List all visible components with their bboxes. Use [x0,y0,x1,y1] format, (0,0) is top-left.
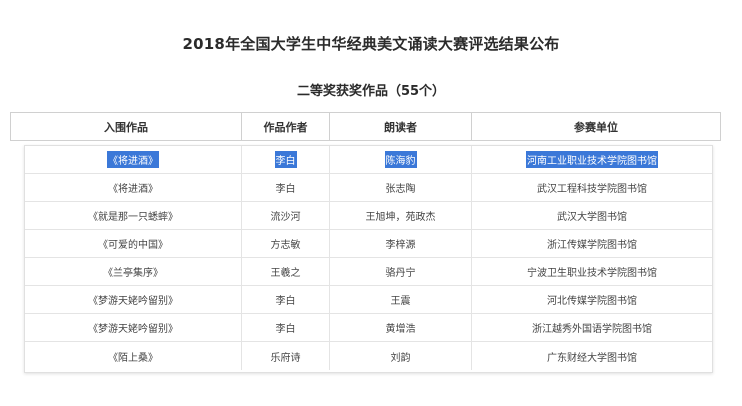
cell-author-text: 王羲之 [270,268,301,279]
cell-unit[interactable]: 河南工业职业技术学院图书馆 [472,146,712,173]
cell-reader-text: 刘韵 [390,352,411,364]
cell-work-text: 《将进酒》 [107,151,159,168]
cell-author[interactable]: 李白 [242,314,330,341]
cell-unit-text: 河北传媒学院图书馆 [547,296,637,307]
cell-work[interactable]: 《梦游天姥吟留别》 [25,314,242,341]
cell-author-text: 李白 [275,324,296,335]
header-unit: 参赛单位 [574,120,618,134]
cell-reader-text: 王震 [390,296,411,307]
cell-author[interactable]: 李白 [242,174,330,201]
table-row[interactable]: 《将进酒》 李白 陈海豹 河南工业职业技术学院图书馆 [25,146,712,174]
cell-work-text: 《可爱的中国》 [98,240,168,251]
cell-reader[interactable]: 张志陶 [330,174,472,201]
cell-unit[interactable]: 浙江越秀外国语学院图书馆 [472,314,712,341]
table-row[interactable]: 《陌上桑》 乐府诗 刘韵 广东财经大学图书馆 [25,342,712,370]
cell-work[interactable]: 《就是那一只蟋蟀》 [25,202,242,229]
cell-work-text: 《就是那一只蟋蟀》 [88,212,178,223]
header-author: 作品作者 [242,113,330,140]
cell-work-text: 《陌上桑》 [108,352,158,364]
cell-reader-text: 李梓源 [385,240,416,251]
cell-reader[interactable]: 陈海豹 [330,146,472,173]
cell-work[interactable]: 《将进酒》 [25,174,242,201]
cell-unit[interactable]: 宁波卫生职业技术学院图书馆 [472,258,712,285]
cell-reader[interactable]: 黄增浩 [330,314,472,341]
cell-unit-text: 武汉大学图书馆 [557,212,627,223]
cell-author[interactable]: 王羲之 [242,258,330,285]
cell-author-text: 李白 [275,296,296,307]
cell-author-text: 流沙河 [270,212,301,223]
cell-work-text: 《梦游天姥吟留别》 [88,324,178,335]
cell-work-text: 《兰亭集序》 [103,268,163,279]
cell-work[interactable]: 《陌上桑》 [25,342,242,370]
cell-reader[interactable]: 王旭坤，苑政杰 [330,202,472,229]
table-row[interactable]: 《将进酒》 李白 张志陶 武汉工程科技学院图书馆 [25,174,712,202]
cell-reader-text: 黄增浩 [385,324,416,335]
cell-work[interactable]: 《梦游天姥吟留别》 [25,286,242,313]
table-header: 入围作品 作品作者 朗读者 参赛单位 [10,112,721,141]
table-row[interactable]: 《可爱的中国》 方志敏 李梓源 浙江传媒学院图书馆 [25,230,712,258]
cell-author-text: 方志敏 [270,240,301,251]
cell-unit-text: 武汉工程科技学院图书馆 [537,184,647,195]
cell-unit-text: 河南工业职业技术学院图书馆 [526,151,658,168]
cell-author[interactable]: 流沙河 [242,202,330,229]
cell-reader[interactable]: 骆丹宁 [330,258,472,285]
cell-unit-text: 广东财经大学图书馆 [547,352,637,364]
cell-unit-text: 浙江传媒学院图书馆 [547,240,637,251]
cell-unit-text: 宁波卫生职业技术学院图书馆 [527,268,657,279]
cell-work[interactable]: 《兰亭集序》 [25,258,242,285]
cell-author-text: 乐府诗 [270,352,301,364]
page-title: 2018年全国大学生中华经典美文诵读大赛评选结果公布 [182,35,560,53]
cell-unit[interactable]: 河北传媒学院图书馆 [472,286,712,313]
cell-work[interactable]: 《可爱的中国》 [25,230,242,257]
cell-unit[interactable]: 广东财经大学图书馆 [472,342,712,370]
table-row[interactable]: 《梦游天姥吟留别》 李白 黄增浩 浙江越秀外国语学院图书馆 [25,314,712,342]
table-row[interactable]: 《梦游天姥吟留别》 李白 王震 河北传媒学院图书馆 [25,286,712,314]
cell-reader-text: 张志陶 [385,184,416,195]
cell-unit[interactable]: 武汉工程科技学院图书馆 [472,174,712,201]
table-row[interactable]: 《就是那一只蟋蟀》 流沙河 王旭坤，苑政杰 武汉大学图书馆 [25,202,712,230]
cell-reader-text: 王旭坤，苑政杰 [365,212,436,223]
cell-reader-text: 骆丹宁 [385,268,416,279]
cell-unit[interactable]: 浙江传媒学院图书馆 [472,230,712,257]
cell-author-text: 李白 [274,151,297,168]
cell-unit[interactable]: 武汉大学图书馆 [472,202,712,229]
header-work: 入围作品 [11,113,242,140]
table-body: 《将进酒》 李白 陈海豹 河南工业职业技术学院图书馆 《将进酒》 李白 张志陶 武汉工程科技学… [24,145,713,373]
header-reader: 朗读者 [330,113,472,140]
cell-reader[interactable]: 王震 [330,286,472,313]
cell-reader[interactable]: 李梓源 [330,230,472,257]
cell-reader[interactable]: 刘韵 [330,342,472,370]
cell-author[interactable]: 方志敏 [242,230,330,257]
table-row[interactable]: 《兰亭集序》 王羲之 骆丹宁 宁波卫生职业技术学院图书馆 [25,258,712,286]
cell-work[interactable]: 《将进酒》 [25,146,242,173]
cell-author-text: 李白 [275,184,296,195]
cell-unit-text: 浙江越秀外国语学院图书馆 [532,324,652,335]
cell-reader-text: 陈海豹 [384,151,417,168]
section-subtitle: 二等奖获奖作品（55个） [296,84,446,99]
cell-author[interactable]: 李白 [242,286,330,313]
cell-work-text: 《梦游天姥吟留别》 [88,296,178,307]
cell-work-text: 《将进酒》 [108,184,158,195]
cell-author[interactable]: 乐府诗 [242,342,330,370]
cell-author[interactable]: 李白 [242,146,330,173]
